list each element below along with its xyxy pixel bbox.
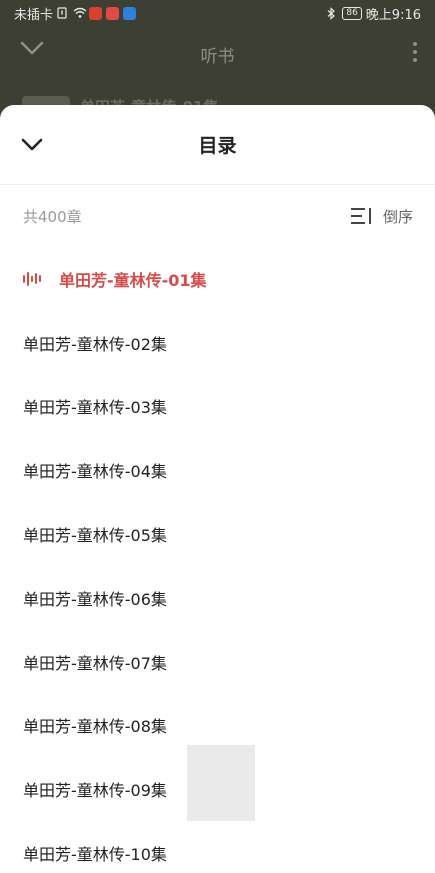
collapse-button[interactable] <box>16 131 48 159</box>
clock: 晚上9:16 <box>365 7 421 23</box>
playing-icon <box>23 271 45 287</box>
list-item[interactable]: 单田芳-童林传-02集 <box>0 311 435 375</box>
app-notification-icon <box>123 6 137 20</box>
sort-label: 倒序 <box>382 207 413 226</box>
chevron-down-icon <box>21 138 43 151</box>
chapter-title: 单田芳-童林传-08集 <box>23 717 167 737</box>
list-item[interactable]: 单田芳-童林传-10集 <box>0 821 435 873</box>
app-notification-icon <box>89 6 103 20</box>
bluetooth-icon <box>326 7 338 20</box>
carrier-text: 未插卡 <box>14 7 54 23</box>
sheet-header: 目录 <box>0 105 435 185</box>
list-item[interactable]: 单田芳-童林传-07集 <box>0 630 435 694</box>
list-toolbar: 共400章 倒序 <box>0 185 435 247</box>
player-header: 听书 <box>0 26 435 82</box>
list-item[interactable]: 单田芳-童林传-03集 <box>0 375 435 439</box>
sheet-title: 目录 <box>198 135 237 157</box>
list-item[interactable]: 单田芳-童林传-06集 <box>0 566 435 630</box>
sort-icon <box>350 208 371 224</box>
sort-toggle-button[interactable]: 倒序 <box>350 206 413 227</box>
chapter-title: 单田芳-童林传-09集 <box>23 781 167 801</box>
chapter-title: 单田芳-童林传-06集 <box>23 589 167 609</box>
status-bar: 未插卡 86 晚上9:16 <box>0 0 435 26</box>
sim-icon <box>57 7 69 19</box>
list-item[interactable]: 单田芳-童林传-04集 <box>0 438 435 502</box>
chapter-count: 共400章 <box>23 207 82 226</box>
list-item[interactable]: 单田芳-童林传-05集 <box>0 502 435 566</box>
chapter-title: 单田芳-童林传-10集 <box>23 845 167 865</box>
battery-indicator: 86 <box>342 6 362 20</box>
pixelated-overlay <box>187 745 255 821</box>
chapter-title: 单田芳-童林传-03集 <box>23 398 167 418</box>
chapter-title: 单田芳-童林传-02集 <box>23 334 167 354</box>
chapter-title: 单田芳-童林传-04集 <box>23 462 167 482</box>
more-icon[interactable] <box>413 42 417 62</box>
status-right: 86 晚上9:16 <box>326 4 421 23</box>
app-notification-icon <box>106 6 120 20</box>
status-left: 未插卡 <box>14 4 137 23</box>
chapter-title: 单田芳-童林传-05集 <box>23 526 167 546</box>
player-title: 听书 <box>200 46 235 67</box>
wifi-icon <box>73 7 87 19</box>
chapter-title: 单田芳-童林传-07集 <box>23 653 167 673</box>
chapter-list-sheet: 目录 共400章 倒序 单田芳-童林传-01集 单田芳-童林传-02集 单田芳-… <box>0 105 435 873</box>
list-item[interactable]: 单田芳-童林传-01集 <box>0 247 435 311</box>
chevron-down-icon[interactable] <box>20 40 44 61</box>
chapter-title: 单田芳-童林传-01集 <box>59 270 207 290</box>
